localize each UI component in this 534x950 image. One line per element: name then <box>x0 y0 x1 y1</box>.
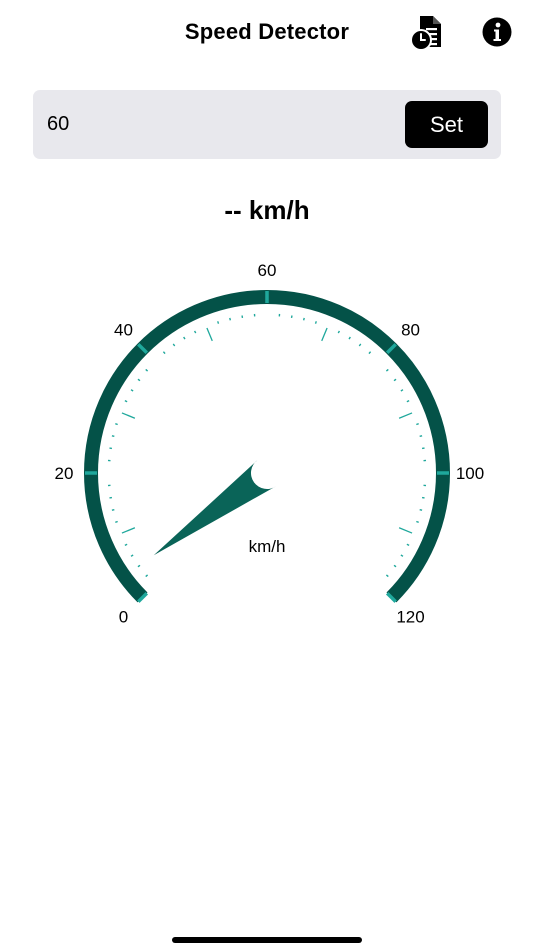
dot-tick <box>314 321 317 324</box>
dot-tick <box>393 378 397 382</box>
gauge-unit-label: km/h <box>249 537 286 556</box>
minor-tick <box>206 327 213 342</box>
dot-tick <box>193 330 197 334</box>
home-indicator <box>172 937 362 943</box>
minor-tick <box>398 527 413 534</box>
dot-tick <box>406 399 410 403</box>
dot-tick <box>348 336 351 340</box>
minor-tick <box>121 527 136 534</box>
gauge-tick-label: 40 <box>114 320 133 339</box>
gauge-tick-label: 20 <box>55 464 74 483</box>
dot-tick <box>393 564 397 568</box>
dot-tick <box>385 368 389 372</box>
minor-tick <box>321 327 328 342</box>
gauge-tick-label: 60 <box>258 261 277 280</box>
gauge-tick-label: 100 <box>456 464 484 483</box>
dot-tick <box>115 520 118 523</box>
dot-tick <box>172 343 176 347</box>
dot-tick <box>115 423 118 426</box>
dot-tick <box>416 423 419 426</box>
dot-tick <box>400 554 404 557</box>
dot-tick <box>302 317 305 321</box>
dot-tick <box>406 543 410 547</box>
gauge-tick-label: 120 <box>396 608 424 627</box>
dot-tick <box>419 508 423 511</box>
dot-tick <box>124 399 128 403</box>
dot-tick <box>217 321 220 324</box>
speedometer-gauge: 0 20 40 60 80 100 120 km/h <box>55 261 485 627</box>
dot-tick <box>419 435 423 438</box>
gauge-tick-label: 80 <box>401 320 420 339</box>
gauge-tick-label: 0 <box>119 608 128 627</box>
dot-tick <box>137 564 141 568</box>
minor-tick <box>121 412 136 419</box>
dot-tick <box>130 554 134 557</box>
dot-tick <box>416 520 419 523</box>
dot-tick <box>358 343 362 347</box>
dot-tick <box>111 508 115 511</box>
minor-tick <box>398 412 413 419</box>
dot-tick <box>130 389 134 392</box>
dot-tick <box>337 330 341 334</box>
dot-tick <box>368 351 372 355</box>
dot-tick <box>400 389 404 392</box>
dot-tick <box>229 317 232 321</box>
dot-tick <box>145 574 149 578</box>
dot-tick <box>162 351 166 355</box>
dot-tick <box>385 574 389 578</box>
dot-tick <box>124 543 128 547</box>
dot-tick <box>137 378 141 382</box>
dot-tick <box>111 435 115 438</box>
dot-tick <box>183 336 186 340</box>
dot-tick <box>145 368 149 372</box>
